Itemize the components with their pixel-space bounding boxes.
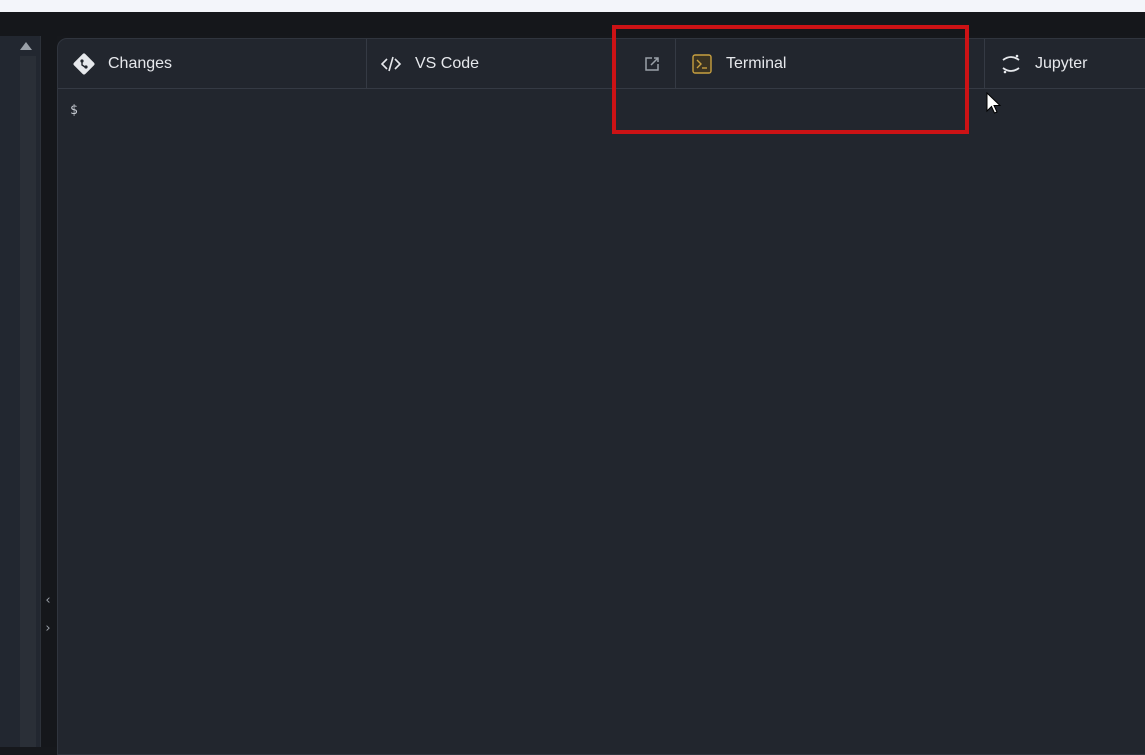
tab-vscode[interactable]: VS Code xyxy=(366,39,656,88)
collapse-panel-button[interactable]: ‹ xyxy=(42,593,54,609)
expand-panel-button[interactable]: › xyxy=(42,621,54,637)
mouse-cursor-icon xyxy=(986,91,1002,120)
jupyter-icon xyxy=(999,52,1023,76)
tab-terminal[interactable]: Terminal xyxy=(675,39,983,88)
scroll-up-arrow-icon[interactable] xyxy=(20,42,32,50)
panel-gutter xyxy=(41,36,57,747)
workspace-panel: Changes VS Code Terminal Jupyter $ xyxy=(57,38,1145,755)
tab-label: Changes xyxy=(108,54,173,72)
tab-changes[interactable]: Changes xyxy=(72,39,365,88)
scrollbar-track[interactable] xyxy=(20,56,36,747)
tab-bar: Changes VS Code Terminal Jupyter xyxy=(58,39,1145,89)
code-icon xyxy=(379,52,403,76)
external-link-icon[interactable] xyxy=(640,52,664,76)
app-top-band xyxy=(0,12,1145,36)
tab-label: Jupyter xyxy=(1035,54,1088,72)
browser-top-strip xyxy=(0,0,1145,12)
tab-jupyter[interactable]: Jupyter xyxy=(984,39,1145,88)
terminal-prompt: $ xyxy=(70,103,78,118)
tab-label: VS Code xyxy=(415,54,480,72)
terminal-icon xyxy=(690,52,714,76)
git-diff-icon xyxy=(72,52,96,76)
tab-label: Terminal xyxy=(726,54,787,72)
terminal-output[interactable]: $ xyxy=(58,89,1145,754)
